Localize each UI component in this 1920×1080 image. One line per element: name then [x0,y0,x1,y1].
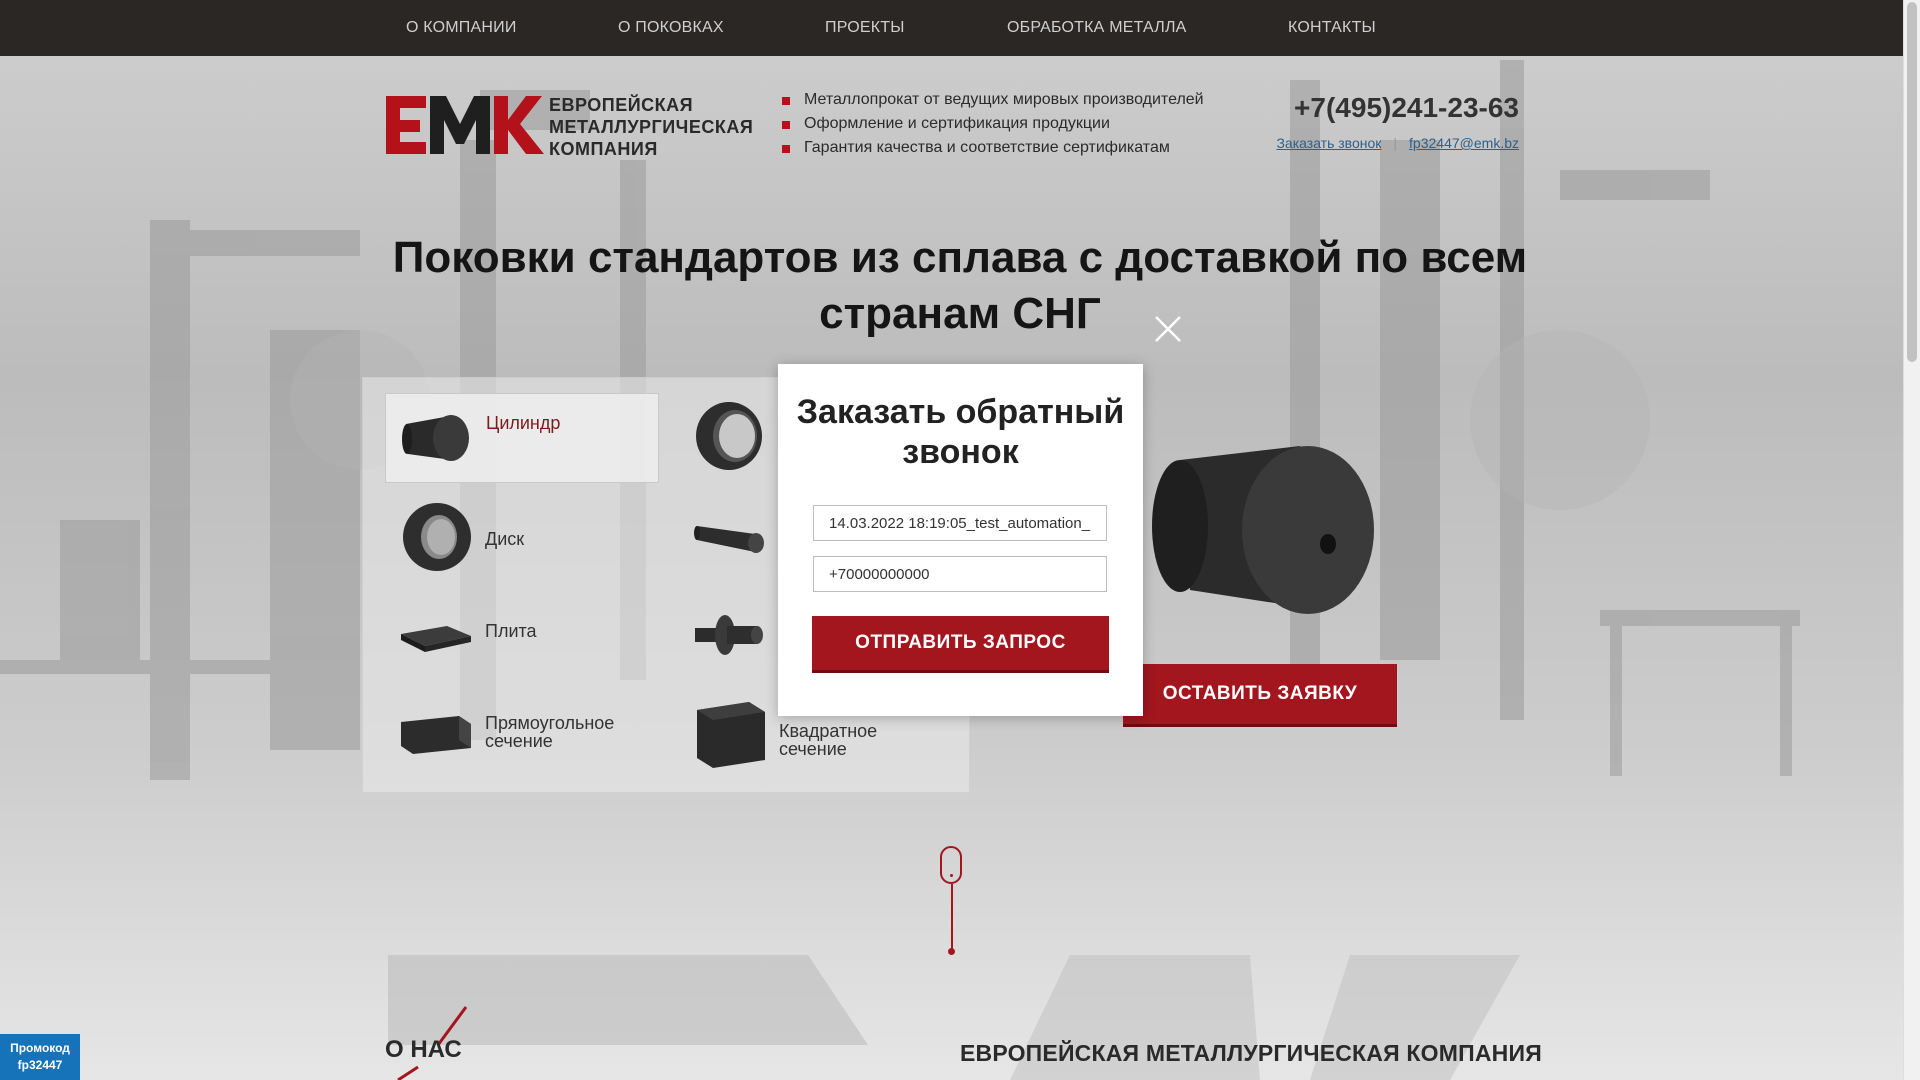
close-icon[interactable] [1152,313,1184,345]
callback-modal: Заказать обратный звонок ОТПРАВИТЬ ЗАПРО… [778,364,1143,716]
send-request-button[interactable]: ОТПРАВИТЬ ЗАПРОС [812,616,1109,670]
name-input[interactable] [813,505,1107,541]
phone-input[interactable] [813,556,1107,592]
modal-title: Заказать обратный звонок [796,393,1125,471]
